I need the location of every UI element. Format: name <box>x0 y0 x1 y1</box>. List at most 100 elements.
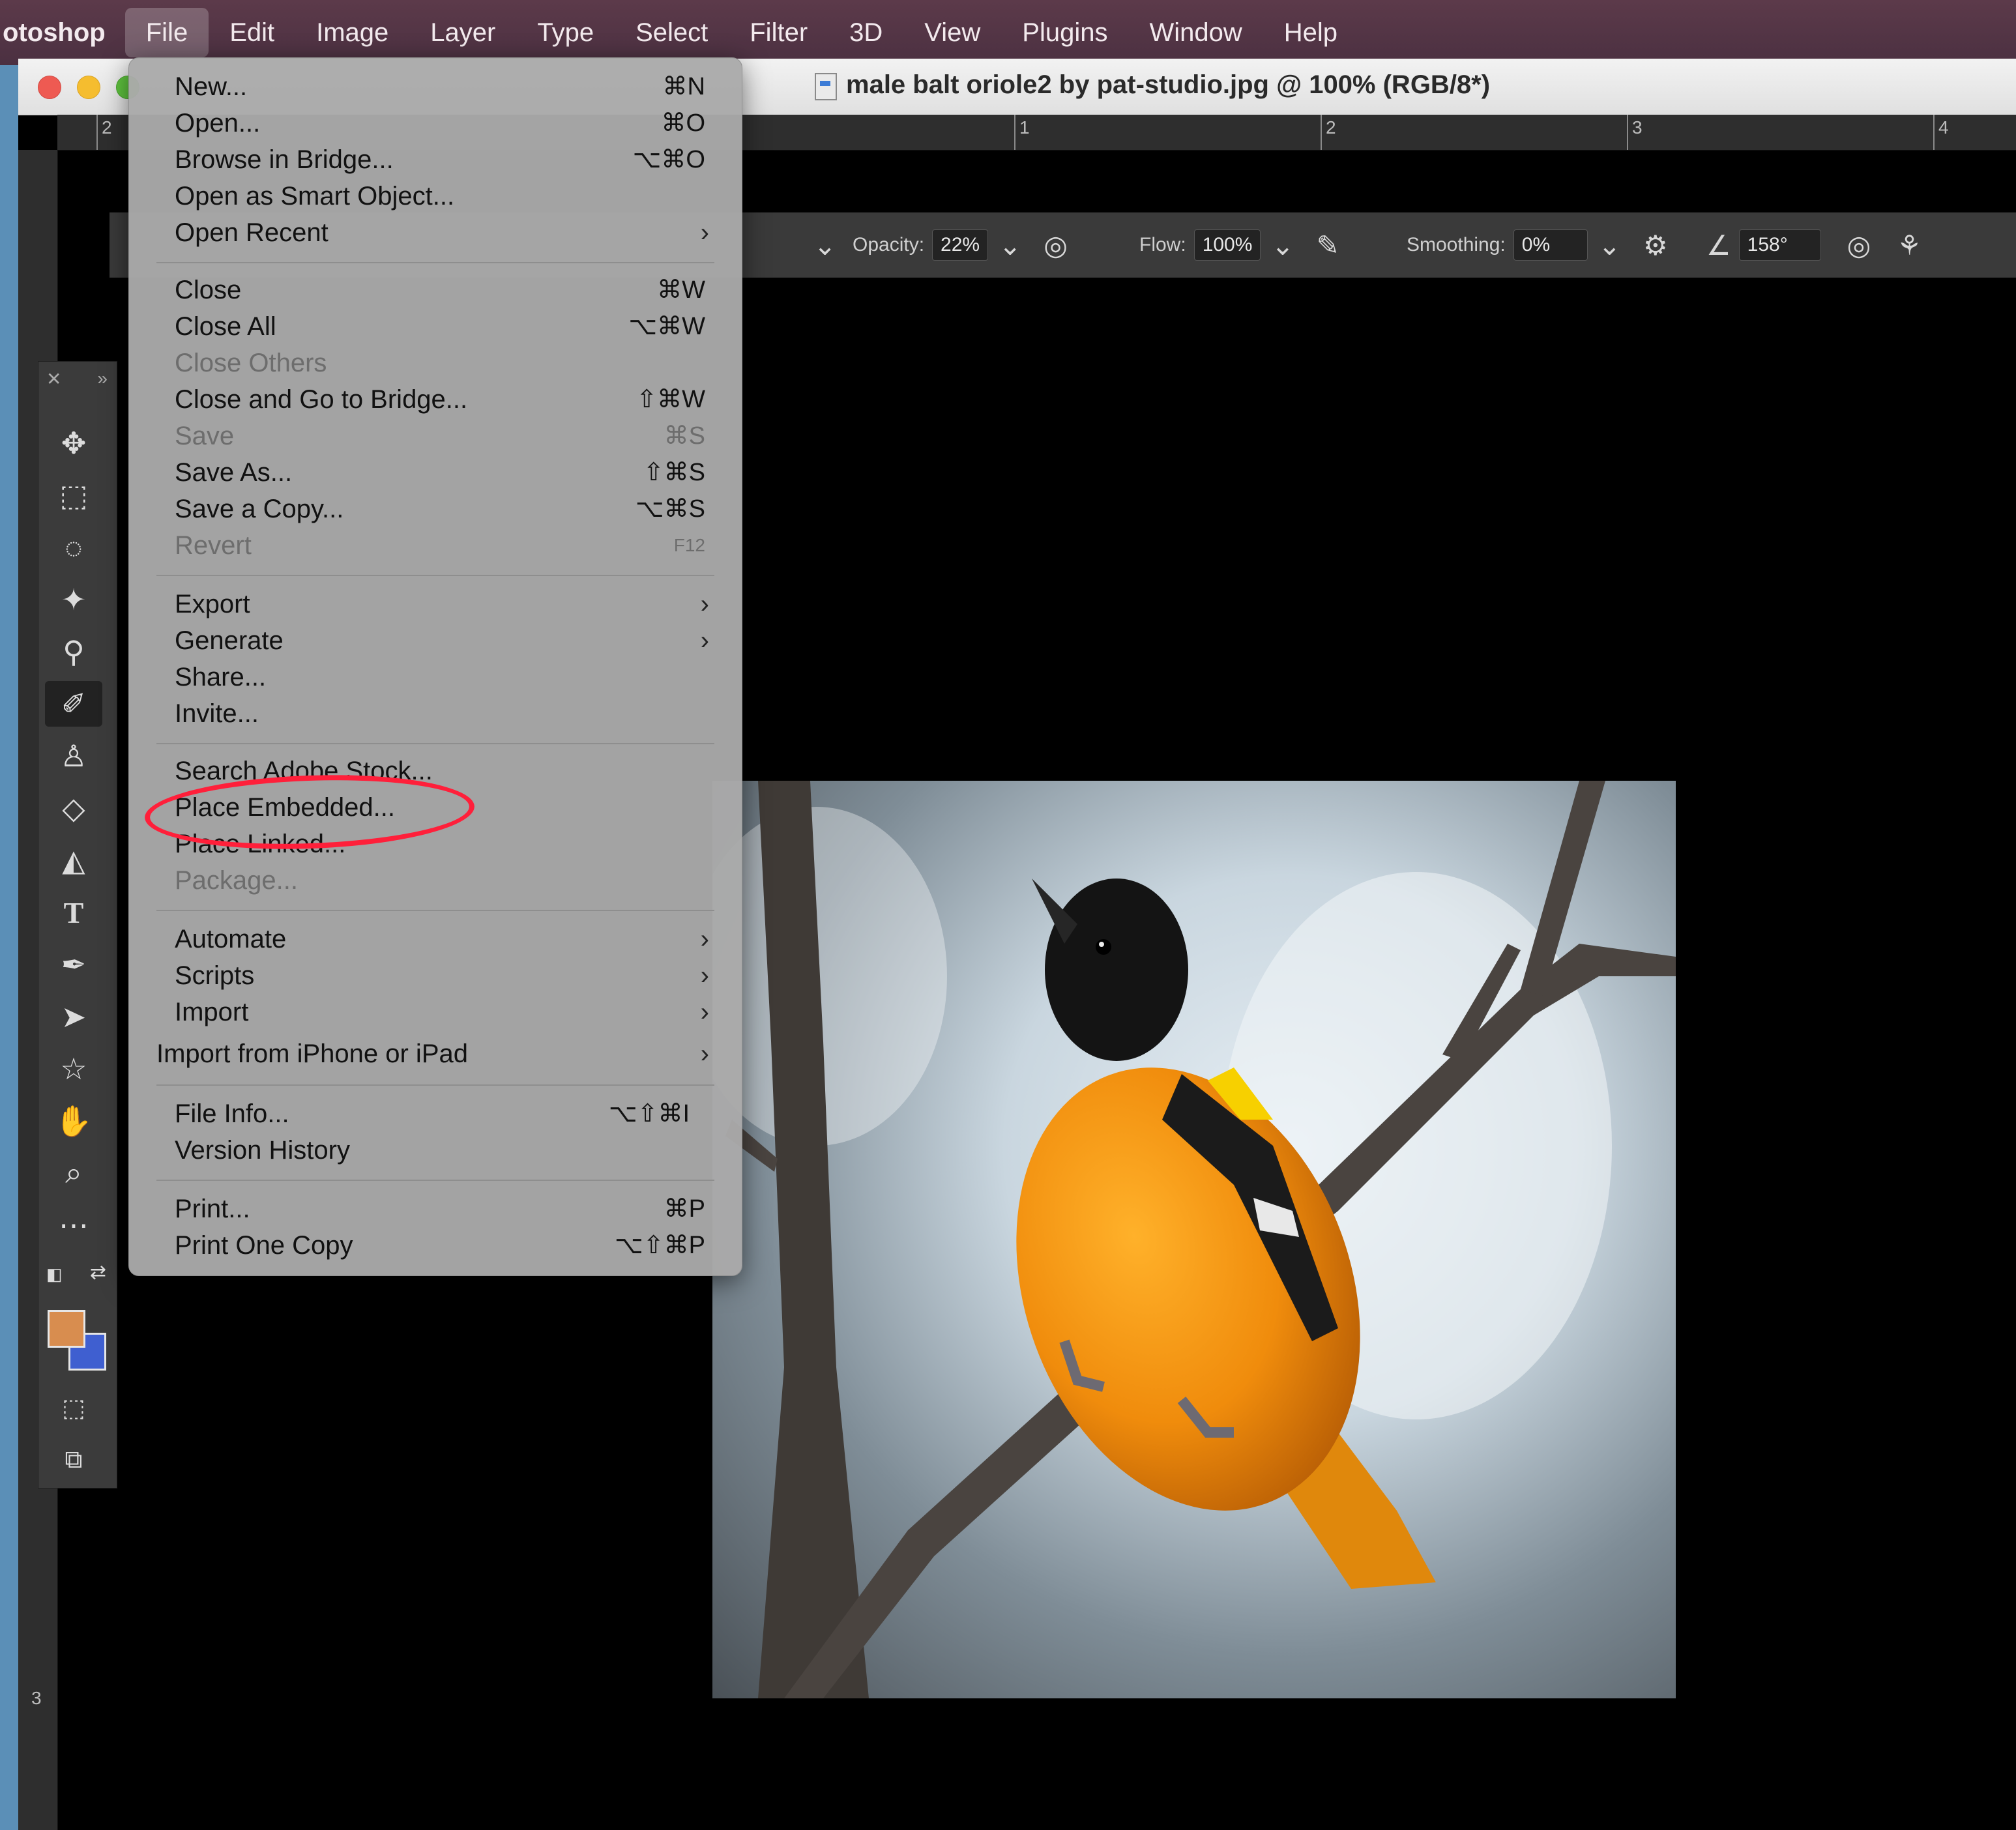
ruler-label: 4 <box>1938 117 1949 138</box>
eyedropper-tool-icon[interactable]: ⚲ <box>45 629 102 675</box>
marquee-tool-icon[interactable]: ⬚ <box>45 472 102 518</box>
more-tools-icon[interactable]: ⋯ <box>45 1202 102 1248</box>
menu-item-version-history[interactable]: Version History <box>175 1133 350 1167</box>
foreground-color-swatch[interactable] <box>48 1310 85 1348</box>
menu-window[interactable]: Window <box>1128 0 1263 65</box>
menu-item-save-a-copy[interactable]: Save a Copy... <box>175 492 343 526</box>
menu-separator <box>156 1180 714 1181</box>
swap-colors-icon[interactable]: ⇄ <box>90 1261 106 1284</box>
type-tool-icon[interactable]: T <box>45 890 102 935</box>
brush-preset-dropdown[interactable]: ⌄ <box>813 212 836 278</box>
magic-wand-tool-icon[interactable]: ✦ <box>45 577 102 622</box>
gear-icon[interactable]: ⚙ <box>1643 229 1668 261</box>
menu-file[interactable]: File <box>124 8 209 57</box>
angle-input[interactable]: 158° <box>1738 229 1821 261</box>
menu-3d[interactable]: 3D <box>828 0 903 65</box>
menu-separator <box>156 575 714 576</box>
menu-item-share[interactable]: Share... <box>175 660 266 694</box>
menu-item-close-all[interactable]: Close All <box>175 310 276 343</box>
menu-item-generate[interactable]: Generate <box>175 624 284 658</box>
menu-item-print[interactable]: Print... <box>175 1192 250 1226</box>
zoom-tool-icon[interactable]: ⌕ <box>45 1150 102 1196</box>
hand-tool-icon[interactable]: ✋ <box>45 1098 102 1144</box>
menu-item-open-smart-object[interactable]: Open as Smart Object... <box>175 179 454 213</box>
shape-tool-icon[interactable]: ☆ <box>45 1046 102 1092</box>
flow-input[interactable]: 100% <box>1193 229 1261 261</box>
menu-filter[interactable]: Filter <box>729 0 828 65</box>
menu-item-print-one-copy[interactable]: Print One Copy <box>175 1228 353 1262</box>
airbrush-icon[interactable]: ✎ <box>1317 229 1339 261</box>
close-window-button[interactable] <box>38 76 61 99</box>
menu-separator <box>156 910 714 911</box>
menu-plugins[interactable]: Plugins <box>1001 0 1128 65</box>
menu-item-browse-in-bridge[interactable]: Browse in Bridge... <box>175 143 394 177</box>
menu-item-close-go-to-bridge[interactable]: Close and Go to Bridge... <box>175 383 467 416</box>
move-tool-icon[interactable]: ✥ <box>45 420 102 466</box>
menu-item-new[interactable]: New... <box>175 70 247 104</box>
menu-item-export[interactable]: Export <box>175 587 250 621</box>
close-panel-icon[interactable]: ✕ <box>46 368 61 390</box>
menu-item-import-from-iphone[interactable]: Import from iPhone or iPad <box>156 1037 468 1071</box>
smoothing-input[interactable]: 0% <box>1513 229 1588 261</box>
lasso-tool-icon[interactable]: ◌ <box>45 525 102 570</box>
menu-layer[interactable]: Layer <box>409 0 516 65</box>
ruler-label: 2 <box>102 117 112 138</box>
menu-type[interactable]: Type <box>516 0 615 65</box>
shortcut-save-as: ⇧⌘S <box>643 459 705 486</box>
menu-item-file-info[interactable]: File Info... <box>175 1097 289 1131</box>
menu-help[interactable]: Help <box>1263 0 1358 65</box>
menu-item-close-others: Close Others <box>175 349 327 377</box>
path-selection-tool-icon[interactable]: ➤ <box>45 994 102 1039</box>
shortcut-close: ⌘W <box>657 276 705 304</box>
pen-tool-icon[interactable]: ✒ <box>45 942 102 987</box>
shortcut-print: ⌘P <box>664 1195 705 1223</box>
tools-panel: ✕ » ✥ ⬚ ◌ ✦ ⚲ ✐ ♙ ◇ ◭ T ✒ ➤ ☆ ✋ ⌕ ⋯ ◧ ⇄ … <box>38 361 117 1489</box>
submenu-chevron-icon: › <box>700 925 709 953</box>
menu-edit[interactable]: Edit <box>209 0 295 65</box>
menu-view[interactable]: View <box>903 0 1001 65</box>
brush-tool-icon[interactable]: ✐ <box>45 681 102 727</box>
screen-mode-icon[interactable]: ⧉ <box>45 1437 102 1483</box>
menu-app-name[interactable]: otoshop <box>0 0 125 65</box>
menu-item-save-as[interactable]: Save As... <box>175 456 292 489</box>
flow-label: Flow: <box>1139 234 1186 255</box>
menu-item-invite[interactable]: Invite... <box>175 697 259 731</box>
flow-dropdown-icon[interactable]: ⌄ <box>1271 229 1294 261</box>
shortcut-open: ⌘O <box>661 109 705 137</box>
pressure-opacity-icon[interactable]: ◎ <box>1044 229 1068 261</box>
opacity-dropdown-icon[interactable]: ⌄ <box>999 229 1021 261</box>
file-menu: New... ⌘N Open... ⌘O Browse in Bridge...… <box>128 57 742 1276</box>
menu-item-import[interactable]: Import <box>175 995 248 1029</box>
menu-item-close[interactable]: Close <box>175 273 241 307</box>
menu-item-revert: Revert <box>175 531 252 560</box>
menubar: otoshop File Edit Image Layer Type Selec… <box>0 0 2016 65</box>
menu-item-scripts[interactable]: Scripts <box>175 959 254 993</box>
menu-image[interactable]: Image <box>295 0 409 65</box>
minimize-window-button[interactable] <box>77 76 100 99</box>
menu-select[interactable]: Select <box>615 0 729 65</box>
menu-separator <box>156 262 714 263</box>
smoothing-dropdown-icon[interactable]: ⌄ <box>1598 229 1621 261</box>
opacity-input[interactable]: 22% <box>932 229 989 261</box>
clone-stamp-tool-icon[interactable]: ♙ <box>45 733 102 779</box>
quick-mask-icon[interactable]: ⬚ <box>45 1385 102 1431</box>
menu-item-open[interactable]: Open... <box>175 106 260 140</box>
submenu-chevron-icon: › <box>700 590 709 618</box>
pressure-size-icon[interactable]: ◎ <box>1847 229 1871 261</box>
shortcut-print-one-copy: ⌥⇧⌘P <box>615 1232 705 1259</box>
ruler-label: 1 <box>1019 117 1030 138</box>
default-colors-icon[interactable]: ◧ <box>46 1264 63 1285</box>
menu-separator <box>156 743 714 744</box>
document-title: male balt oriole2 by pat-studio.jpg @ 10… <box>846 70 1491 99</box>
canvas-image[interactable] <box>712 781 1676 1698</box>
oriole-photo <box>712 781 1676 1698</box>
ruler-label: 2 <box>1326 117 1336 138</box>
expand-panel-icon[interactable]: » <box>97 368 108 389</box>
eraser-tool-icon[interactable]: ◇ <box>45 785 102 831</box>
symmetry-icon[interactable]: ⚘ <box>1897 229 1921 261</box>
angle-icon: ∠ <box>1706 229 1731 261</box>
menu-item-open-recent[interactable]: Open Recent <box>175 216 329 250</box>
opacity-label: Opacity: <box>853 234 925 255</box>
menu-item-automate[interactable]: Automate <box>175 922 286 956</box>
gradient-tool-icon[interactable]: ◭ <box>45 837 102 883</box>
